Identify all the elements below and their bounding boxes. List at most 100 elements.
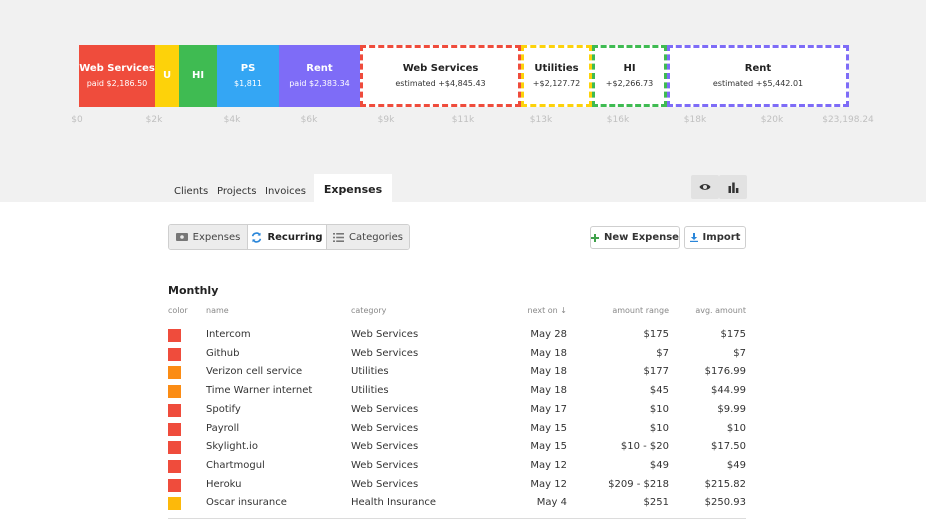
- expense-name: Chartmogul: [206, 459, 265, 471]
- budget-segment[interactable]: HI: [179, 45, 217, 107]
- table-divider: [168, 518, 746, 519]
- table-row[interactable]: Skylight.io Web Services May 15 $10 - $20 $1…: [168, 438, 746, 456]
- budget-segment[interactable]: Utilities +$2,127.72: [521, 45, 592, 107]
- budget-segment[interactable]: Rent estimated +$5,442.01: [667, 45, 849, 107]
- recurring-view-button[interactable]: Recurring: [247, 225, 327, 249]
- bar-chart-icon: [728, 182, 738, 193]
- budget-segment-title: Rent: [744, 63, 772, 74]
- tab-invoices[interactable]: Invoices: [265, 186, 306, 197]
- tab-projects[interactable]: Projects: [217, 186, 256, 197]
- budget-axis-tick: $16k: [606, 115, 630, 125]
- expense-next-date: May 15: [530, 441, 567, 453]
- budget-segment-amount: paid $2,383.34: [289, 79, 350, 88]
- expense-category: Web Services: [351, 478, 419, 490]
- category-color-swatch: [168, 366, 181, 380]
- expense-view-switcher: Expenses Recurring Categories: [168, 224, 410, 250]
- new-expense-button[interactable]: New Expense: [590, 226, 680, 249]
- expense-amount-range: $177: [643, 366, 669, 378]
- column-header-next-on[interactable]: next on ↓: [528, 306, 567, 315]
- chart-view-button[interactable]: [719, 175, 747, 199]
- budget-segment[interactable]: Rent paid $2,383.34: [279, 45, 360, 107]
- budget-segment-amount: estimated +$5,442.01: [712, 79, 804, 88]
- column-header-category[interactable]: category: [351, 306, 386, 315]
- expense-next-date: May 28: [530, 329, 567, 340]
- expense-amount-range: $49: [649, 459, 669, 471]
- expense-amount-range: $10 - $20: [620, 441, 669, 453]
- budget-segment[interactable]: PS $1,811: [217, 45, 279, 107]
- budget-axis-tick: $18k: [683, 115, 707, 125]
- column-header-color: color: [168, 306, 188, 315]
- column-header-name[interactable]: name: [206, 306, 229, 315]
- expense-next-date: May 18: [530, 385, 567, 397]
- expense-amount-range: $209 - $218: [608, 478, 669, 490]
- list-icon: [333, 232, 345, 242]
- category-color-swatch: [168, 385, 181, 399]
- expense-name: Verizon cell service: [206, 366, 303, 378]
- table-row[interactable]: Github Web Services May 18 $7 $7: [168, 345, 746, 363]
- expenses-view-button[interactable]: Expenses: [169, 225, 247, 249]
- categories-view-button[interactable]: Categories: [327, 225, 409, 249]
- category-color-swatch: [168, 329, 181, 342]
- table-row[interactable]: Verizon cell service Utilities May 18 $177 $…: [168, 363, 746, 381]
- expense-next-date: May 15: [530, 422, 567, 434]
- table-row[interactable]: Payroll Web Services May 15 $10 $10: [168, 420, 746, 438]
- budget-segment-title: HI: [623, 63, 636, 74]
- expense-name: Heroku: [206, 478, 242, 490]
- import-button[interactable]: Import: [684, 226, 746, 249]
- budget-segment[interactable]: Web Services estimated +$4,845.43: [360, 45, 521, 107]
- expense-category: Web Services: [351, 441, 419, 453]
- budget-segment-amount: paid $2,186.50: [86, 79, 148, 88]
- budget-axis-tick: $9k: [377, 115, 395, 125]
- download-icon: [689, 233, 698, 242]
- expense-category: Web Services: [351, 459, 419, 471]
- budget-segment[interactable]: U: [155, 45, 179, 107]
- expense-amount-range: $10: [649, 422, 669, 434]
- expense-avg-amount: $250.93: [704, 497, 746, 509]
- budget-segment-title: HI: [191, 70, 205, 81]
- import-label: Import: [702, 232, 741, 243]
- budget-axis-tick: $13k: [529, 115, 553, 125]
- budget-segment-amount: +$2,127.72: [532, 79, 581, 88]
- expense-category: Web Services: [351, 347, 419, 359]
- table-row[interactable]: Time Warner internet Utilities May 18 $45 $4…: [168, 382, 746, 400]
- expenses-view-label: Expenses: [192, 231, 241, 243]
- new-expense-label: New Expense: [604, 232, 679, 243]
- tab-expenses-label: Expenses: [323, 182, 383, 196]
- table-row[interactable]: Chartmogul Web Services May 12 $49 $49: [168, 457, 746, 475]
- table-row[interactable]: Spotify Web Services May 17 $10 $9.99: [168, 401, 746, 419]
- expense-next-date: May 18: [530, 347, 567, 359]
- budget-segment-amount: estimated +$4,845.43: [395, 79, 486, 88]
- table-row[interactable]: Oscar insurance Health Insurance May 4 $251…: [168, 494, 746, 512]
- budget-segment[interactable]: Web Services paid $2,186.50: [79, 45, 155, 107]
- table-row[interactable]: Intercom Web Services May 28 $175 $175: [168, 326, 746, 344]
- category-color-swatch: [168, 459, 181, 473]
- expense-amount-range: $7: [656, 347, 669, 359]
- budget-axis-tick: $4k: [223, 115, 241, 125]
- expense-name: Spotify: [206, 403, 241, 415]
- expense-avg-amount: $175: [720, 329, 746, 340]
- expense-name: Time Warner internet: [206, 385, 313, 397]
- section-title: Monthly: [168, 284, 219, 297]
- view-button[interactable]: [691, 175, 719, 199]
- expense-next-date: May 18: [530, 366, 567, 378]
- tab-clients[interactable]: Clients: [174, 186, 208, 197]
- expense-avg-amount: $49: [726, 459, 746, 471]
- expense-category: Utilities: [351, 366, 389, 378]
- money-icon: [175, 233, 188, 241]
- tab-expenses[interactable]: Expenses: [314, 174, 392, 204]
- expense-avg-amount: $10: [726, 422, 746, 434]
- budget-segment-title: Web Services: [79, 63, 155, 74]
- expense-category: Health Insurance: [351, 497, 437, 509]
- budget-segment-title: PS: [240, 63, 256, 74]
- column-header-avg-amount[interactable]: avg. amount: [695, 306, 746, 315]
- expense-amount-range: $45: [649, 385, 669, 397]
- table-row[interactable]: Heroku Web Services May 12 $209 - $218 $215.…: [168, 476, 746, 494]
- budget-axis-tick: $20k: [760, 115, 784, 125]
- column-header-amount-range[interactable]: amount range: [612, 306, 669, 315]
- expense-category: Web Services: [351, 403, 419, 415]
- budget-overview: Web Services paid $2,186.50 U HI PS $1,811 Ren…: [0, 0, 926, 202]
- expense-avg-amount: $44.99: [711, 385, 746, 397]
- budget-segment[interactable]: HI +$2,266.73: [592, 45, 667, 107]
- expense-amount-range: $251: [643, 497, 669, 509]
- expense-next-date: May 12: [530, 459, 567, 471]
